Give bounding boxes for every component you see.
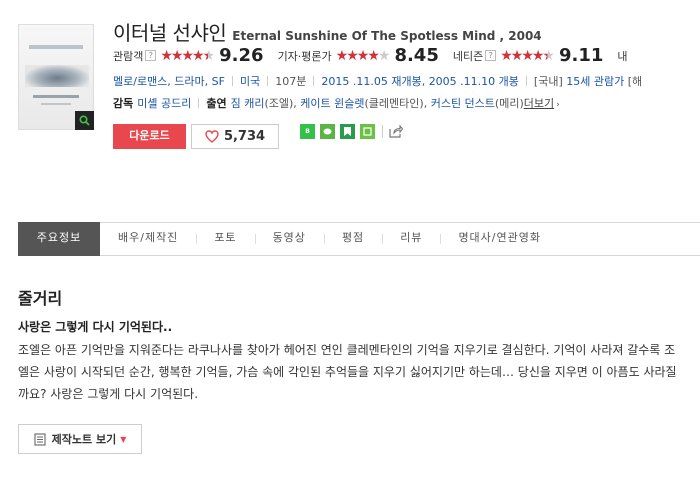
rating-group: 내 bbox=[617, 48, 631, 64]
divider bbox=[267, 76, 269, 86]
rating-label: 기자·평론가 bbox=[277, 49, 332, 63]
star-rating-icon: ★★★★★ bbox=[160, 47, 215, 64]
like-button[interactable]: 5,734 bbox=[191, 124, 279, 149]
rating-score: 8.45 bbox=[394, 45, 439, 66]
like-count: 5,734 bbox=[223, 129, 266, 144]
content-tabs: 주요정보 배우/제작진 포토 동영상 평점 리뷰 명대사/연관영화 bbox=[18, 222, 700, 256]
movie-title: 이터널 선샤인 bbox=[113, 21, 227, 45]
document-icon bbox=[34, 432, 46, 446]
download-button[interactable]: 다운로드 bbox=[113, 124, 186, 149]
tab-1[interactable]: 배우/제작진 bbox=[100, 222, 196, 256]
cast-role: (클레멘타인) bbox=[364, 97, 424, 110]
poster-art bbox=[29, 45, 83, 49]
movie-info: 멜로/로맨스, 드라마, SF 미국 107분 2015 .11.05 재개봉, 20… bbox=[113, 75, 643, 88]
cast-list: 짐 캐리(조엘), 케이트 윈슬렛(클레멘타인), 커스틴 던스트(메리) bbox=[230, 97, 524, 110]
help-icon[interactable]: ? bbox=[145, 50, 157, 61]
rating-score: 9.11 bbox=[559, 45, 604, 66]
release-date-link[interactable]: 2005 .11.10 개봉 bbox=[429, 75, 519, 88]
rating-region: [국내] bbox=[533, 75, 563, 88]
movie-english-title: Eternal Sunshine Of The Spotless Mind , … bbox=[232, 29, 542, 43]
heart-icon bbox=[205, 130, 219, 143]
cast-member-link[interactable]: 짐 캐리 bbox=[231, 97, 265, 110]
caret-down-icon: ▼ bbox=[120, 434, 127, 444]
star-rating-icon: ★★★★★ bbox=[335, 47, 391, 64]
cast-more-link[interactable]: 더보기 bbox=[524, 97, 554, 110]
country-link[interactable]: 미국 bbox=[240, 75, 260, 88]
cast-role: (조엘) bbox=[264, 97, 294, 110]
divider bbox=[525, 76, 527, 86]
rating-label: 내 bbox=[617, 49, 628, 63]
cast-member-link[interactable]: 커스틴 던스트 bbox=[431, 97, 495, 110]
title-row: 이터널 선샤인 Eternal Sunshine Of The Spotless … bbox=[113, 17, 542, 46]
poster-art bbox=[25, 65, 89, 87]
credits-row: 감독 미셸 공드리 출연 짐 캐리(조엘), 케이트 윈슬렛(클레멘타인), 커스틴 … bbox=[113, 95, 560, 111]
divider bbox=[198, 98, 200, 108]
rating-group: 네티즌? ★★★★★ 9.11 bbox=[453, 45, 604, 66]
bookmark-icon[interactable] bbox=[340, 124, 355, 139]
divider bbox=[313, 76, 315, 86]
help-icon[interactable]: ? bbox=[485, 50, 497, 61]
director-label: 감독 bbox=[113, 97, 134, 110]
divider bbox=[382, 125, 383, 138]
director-link[interactable]: 미셸 공드리 bbox=[137, 97, 191, 110]
divider bbox=[231, 76, 233, 86]
star-rating-icon: ★★★★★ bbox=[500, 47, 555, 64]
poster-art bbox=[33, 95, 79, 98]
rating-score: 9.26 bbox=[219, 45, 264, 66]
kakao-icon[interactable] bbox=[320, 124, 335, 139]
zoom-poster-button[interactable] bbox=[75, 111, 94, 130]
tab-0[interactable]: 주요정보 bbox=[18, 222, 100, 256]
runtime: 107분 bbox=[275, 75, 307, 88]
ratings-row: 관람객? ★★★★★ 9.26 기자·평론가 ★★★★★ 8.45 네티즌? ★★★★★ 9.1… bbox=[113, 45, 646, 66]
rerelease-date-link[interactable]: 2015 .11.05 재개봉 bbox=[321, 75, 421, 88]
share-icon[interactable] bbox=[389, 125, 403, 138]
cast-label: 출연 bbox=[206, 97, 227, 110]
rating-group: 관람객? ★★★★★ 9.26 bbox=[113, 45, 264, 66]
search-icon bbox=[79, 115, 90, 126]
tab-6[interactable]: 명대사/연관영화 bbox=[440, 222, 559, 256]
tab-5[interactable]: 리뷰 bbox=[382, 222, 440, 256]
poster-art bbox=[41, 103, 71, 105]
band-icon[interactable]: B bbox=[300, 124, 315, 139]
production-notes-label: 제작노트 보기 bbox=[51, 433, 117, 446]
share-icons: B bbox=[300, 124, 403, 139]
genre-link[interactable]: 멜로/로맨스, 드라마, SF bbox=[113, 75, 225, 88]
line-icon[interactable] bbox=[360, 124, 375, 139]
production-notes-button[interactable]: 제작노트 보기 ▼ bbox=[18, 424, 142, 454]
tab-2[interactable]: 포토 bbox=[196, 222, 254, 256]
synopsis-text: 조엘은 아픈 기억만을 지워준다는 라쿠나사를 찾아가 헤어진 연인 클레멘타인… bbox=[18, 343, 677, 401]
rating-label: 네티즌 bbox=[452, 49, 484, 63]
rating-overflow: [해 bbox=[627, 75, 643, 88]
synopsis-tagline: 사랑은 그렇게 다시 기억된다.. bbox=[18, 320, 173, 334]
rating-label: 관람객 bbox=[113, 49, 144, 63]
age-rating-link[interactable]: 15세 관람가 bbox=[566, 75, 624, 88]
rating-group: 기자·평론가 ★★★★★ 8.45 bbox=[278, 45, 439, 66]
tab-3[interactable]: 동영상 bbox=[254, 222, 324, 256]
cast-role: (메리) bbox=[494, 97, 524, 110]
synopsis-heading: 줄거리 bbox=[18, 289, 63, 308]
chevron-right-icon: › bbox=[556, 100, 560, 110]
cast-member-link[interactable]: 케이트 윈슬렛 bbox=[300, 97, 364, 110]
tab-4[interactable]: 평점 bbox=[323, 222, 382, 256]
